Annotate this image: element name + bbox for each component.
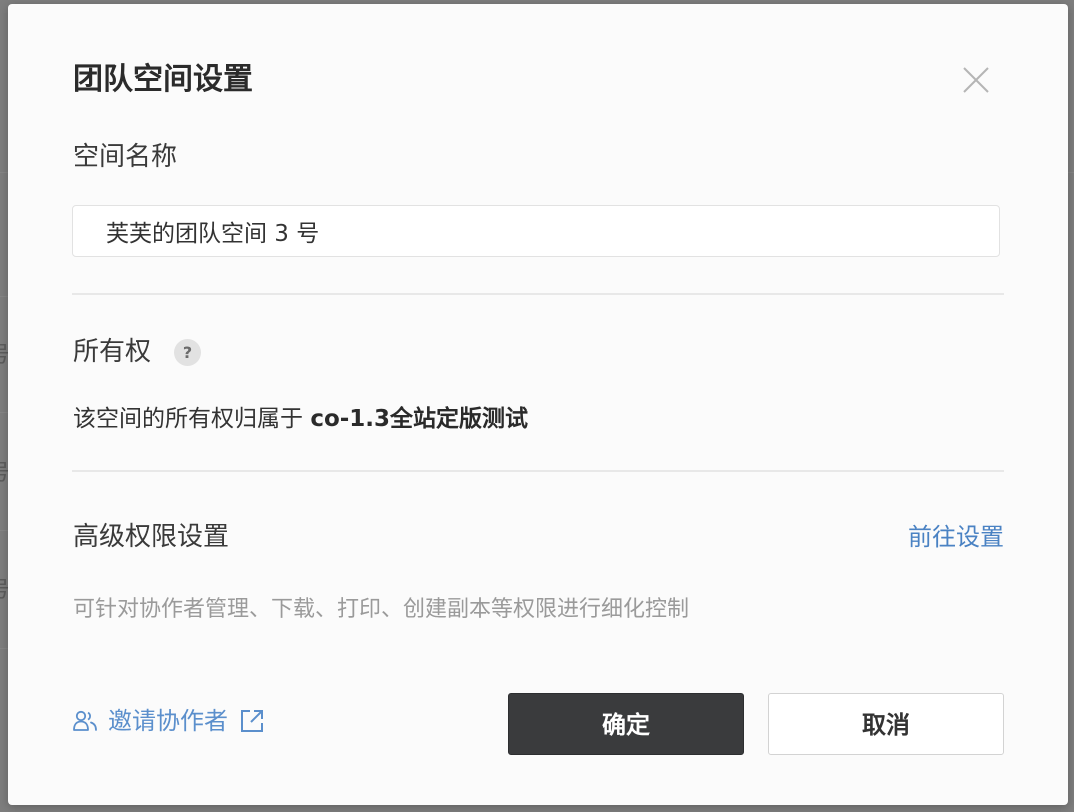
background-divider bbox=[1068, 172, 1074, 173]
invite-collaborators-link[interactable]: 邀请协作者 bbox=[72, 704, 266, 738]
space-name-label: 空间名称 bbox=[73, 142, 178, 172]
section-divider bbox=[72, 293, 1004, 295]
background-divider bbox=[0, 530, 8, 531]
invite-label: 邀请协作者 bbox=[108, 707, 228, 735]
ownership-prefix: 该空间的所有权归属于 bbox=[73, 406, 311, 432]
dialog-title: 团队空间设置 bbox=[73, 62, 253, 97]
space-name-input[interactable] bbox=[72, 205, 1000, 257]
goto-settings-link[interactable]: 前往设置 bbox=[908, 520, 1004, 554]
background-divider bbox=[0, 172, 8, 173]
background-divider bbox=[0, 648, 8, 649]
question-icon[interactable]: ? bbox=[174, 339, 201, 366]
confirm-button[interactable]: 确定 bbox=[508, 693, 744, 755]
background-divider bbox=[0, 412, 8, 413]
team-space-settings-dialog: 团队空间设置 空间名称 所有权 ? 该空间的所有权归属于 co-1.3全站定版测… bbox=[8, 4, 1068, 805]
section-divider bbox=[72, 470, 1004, 472]
people-icon bbox=[73, 710, 97, 731]
ownership-description: 该空间的所有权归属于 co-1.3全站定版测试 bbox=[73, 403, 528, 435]
close-button[interactable] bbox=[960, 64, 992, 96]
owner-name: co-1.3全站定版测试 bbox=[310, 406, 529, 432]
advanced-permissions-description: 可针对协作者管理、下载、打印、创建副本等权限进行细化控制 bbox=[73, 597, 690, 622]
cancel-button[interactable]: 取消 bbox=[768, 693, 1004, 755]
advanced-permissions-label: 高级权限设置 bbox=[73, 522, 230, 552]
ownership-label: 所有权 bbox=[73, 337, 152, 367]
external-link-icon bbox=[241, 710, 263, 732]
background-divider bbox=[0, 296, 8, 297]
close-icon bbox=[963, 67, 989, 93]
